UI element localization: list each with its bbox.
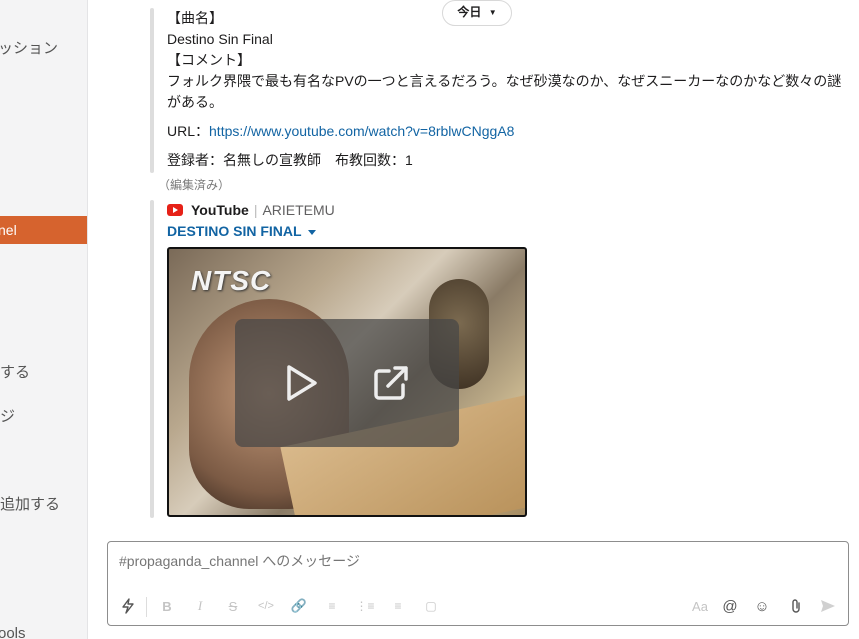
url-line: URL：https://www.youtube.com/watch?v=8rbl…	[167, 121, 514, 142]
bold-icon[interactable]: B	[157, 596, 177, 616]
video-link[interactable]: https://www.youtube.com/watch?v=8rblwCNg…	[209, 123, 514, 139]
video-controls-overlay	[235, 319, 459, 447]
strikethrough-icon[interactable]: S	[223, 596, 243, 616]
edited-label: （編集済み）	[158, 178, 231, 192]
mention-icon[interactable]: @	[720, 596, 740, 616]
message-input[interactable]	[119, 553, 819, 569]
sidebar-item-threads[interactable]: ッション	[0, 37, 58, 58]
formatting-toggle-icon[interactable]: Aa	[688, 596, 712, 616]
code-icon[interactable]: </>	[256, 596, 276, 616]
thumbnail-text: NTSC	[191, 265, 272, 296]
separator: |	[253, 202, 258, 218]
caret-down-icon[interactable]	[307, 229, 316, 235]
author-name[interactable]: ARIETEMU	[262, 202, 334, 218]
attachment-bar	[150, 200, 154, 518]
bulleted-list-icon[interactable]: ⋮≡	[355, 596, 375, 616]
sidebar: ッション nel する ジ 追加する ools	[0, 0, 88, 639]
sidebar-item-tools[interactable]: ools	[0, 625, 26, 639]
toolbar-divider	[146, 597, 147, 617]
date-divider-button[interactable]: 今日 ▼	[442, 0, 512, 26]
quote-bar	[150, 8, 154, 173]
comment-header: 【コメント】	[167, 52, 251, 68]
video-thumbnail[interactable]: NTSC	[167, 247, 527, 517]
open-external-icon[interactable]	[371, 363, 411, 403]
shortcuts-icon[interactable]	[118, 596, 138, 616]
italic-icon[interactable]: I	[190, 596, 210, 616]
blockquote-icon[interactable]: ≡	[388, 596, 408, 616]
send-icon[interactable]	[818, 596, 838, 616]
service-name: YouTube	[191, 202, 249, 218]
comment-text: フォルク界隈で最も有名なPVの一つと言えるだろう。なぜ砂漠なのか、なぜスニーカー…	[167, 73, 842, 110]
registrant-line: 登録者：名無しの宣教師 布教回数：1	[167, 152, 413, 168]
emoji-icon[interactable]: ☺	[752, 596, 772, 616]
sidebar-item-action-1[interactable]: する	[0, 361, 30, 382]
message-pane: 【曲名】 今日 ▼ Destino Sin Final 【コメント】 フォルク界…	[88, 0, 859, 639]
code-block-icon[interactable]: ▢	[421, 596, 441, 616]
message-composer[interactable]: B I S </> 🔗 ≡ ⋮≡ ≡ ▢ Aa @ ☺	[107, 541, 849, 626]
song-header: 【曲名】	[167, 10, 223, 26]
attachment-icon[interactable]	[786, 596, 806, 616]
url-label: URL：	[167, 123, 210, 139]
date-label: 今日	[457, 5, 482, 19]
chevron-down-icon: ▼	[488, 8, 497, 17]
link-icon[interactable]: 🔗	[289, 596, 309, 616]
sidebar-item-add[interactable]: 追加する	[0, 493, 60, 514]
ordered-list-icon[interactable]: ≡	[322, 596, 342, 616]
video-title-link[interactable]: DESTINO SIN FINAL	[167, 223, 316, 239]
sidebar-item-message[interactable]: ジ	[0, 405, 15, 426]
video-title: DESTINO SIN FINAL	[167, 223, 302, 239]
song-title: Destino Sin Final	[167, 31, 273, 47]
youtube-icon	[167, 204, 183, 216]
play-icon[interactable]	[281, 363, 321, 403]
sidebar-item-channel-active[interactable]: nel	[0, 216, 87, 244]
attachment-header: YouTube | ARIETEMU	[167, 201, 335, 219]
